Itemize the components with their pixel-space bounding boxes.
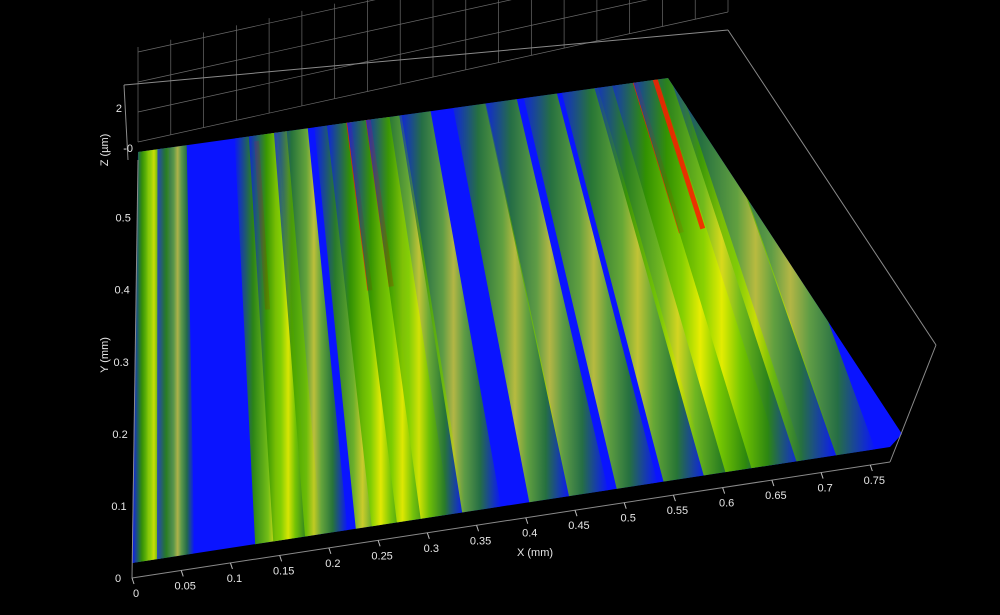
z-tick-label: -0: [123, 143, 133, 155]
x-tick-label: 0.1: [227, 573, 242, 585]
x-tick-label: 0.05: [175, 580, 196, 592]
z-axis-title: Z (µm): [99, 134, 111, 167]
x-axis-title: X (mm): [517, 547, 553, 559]
y-axis-title: Y (mm): [99, 337, 111, 373]
x-tick-label: 0.25: [371, 550, 392, 562]
x-tick-label: 0.3: [424, 543, 439, 555]
x-tick-label: 0.35: [470, 535, 491, 547]
x-tick-mark: [229, 562, 233, 570]
y-tick-label: 0.1: [111, 501, 126, 513]
y-tick-label: 0.2: [112, 429, 127, 441]
x-tick-mark: [574, 510, 578, 517]
x-tick-mark: [476, 525, 480, 532]
x-tick-mark: [672, 494, 676, 502]
height-surface: [132, 78, 902, 563]
x-tick-mark: [820, 472, 824, 479]
x-tick-label: 0.75: [864, 475, 885, 487]
y-tick-label: 0.4: [114, 285, 129, 297]
z-axis-ticks: -0 2: [116, 103, 133, 155]
x-tick-mark: [722, 487, 726, 494]
x-tick-mark: [131, 577, 135, 585]
x-tick-mark: [525, 517, 529, 524]
surface-plot: 0 0.05 0.1 0.15 0.2 0.25 0.3 0.35 0.4 0.45 0.5 0.55…: [99, 0, 937, 600]
x-tick-label: 0.5: [621, 513, 636, 525]
x-tick-label: 0.45: [568, 520, 589, 532]
x-tick-mark: [328, 547, 332, 555]
x-tick-mark: [180, 570, 184, 577]
box-edge: [123, 29, 729, 86]
y-tick-label: 0.5: [116, 213, 131, 225]
y-tick-label: 0.3: [113, 357, 128, 369]
x-tick-label: 0.55: [667, 505, 688, 517]
x-tick-label: 0.6: [719, 498, 734, 510]
x-tick-mark: [426, 532, 430, 539]
x-tick-label: 0.15: [273, 565, 294, 577]
x-tick-label: 0.7: [817, 483, 832, 495]
y-tick-label: 0: [115, 573, 121, 585]
x-tick-label: 0.4: [522, 528, 537, 540]
x-tick-label: 0.2: [325, 558, 340, 570]
x-tick-mark: [377, 540, 381, 547]
z-tick-label: 2: [116, 103, 122, 115]
x-tick-mark: [623, 502, 627, 509]
x-tick-mark: [771, 479, 775, 487]
box-edge: [889, 344, 937, 463]
x-tick-label: 0: [133, 588, 139, 600]
x-tick-mark: [279, 555, 283, 562]
x-tick-label: 0.65: [765, 490, 786, 502]
x-tick-mark: [869, 464, 873, 472]
y-axis-ticks: 0 0.1 0.2 0.3 0.4 0.5: [111, 213, 130, 585]
